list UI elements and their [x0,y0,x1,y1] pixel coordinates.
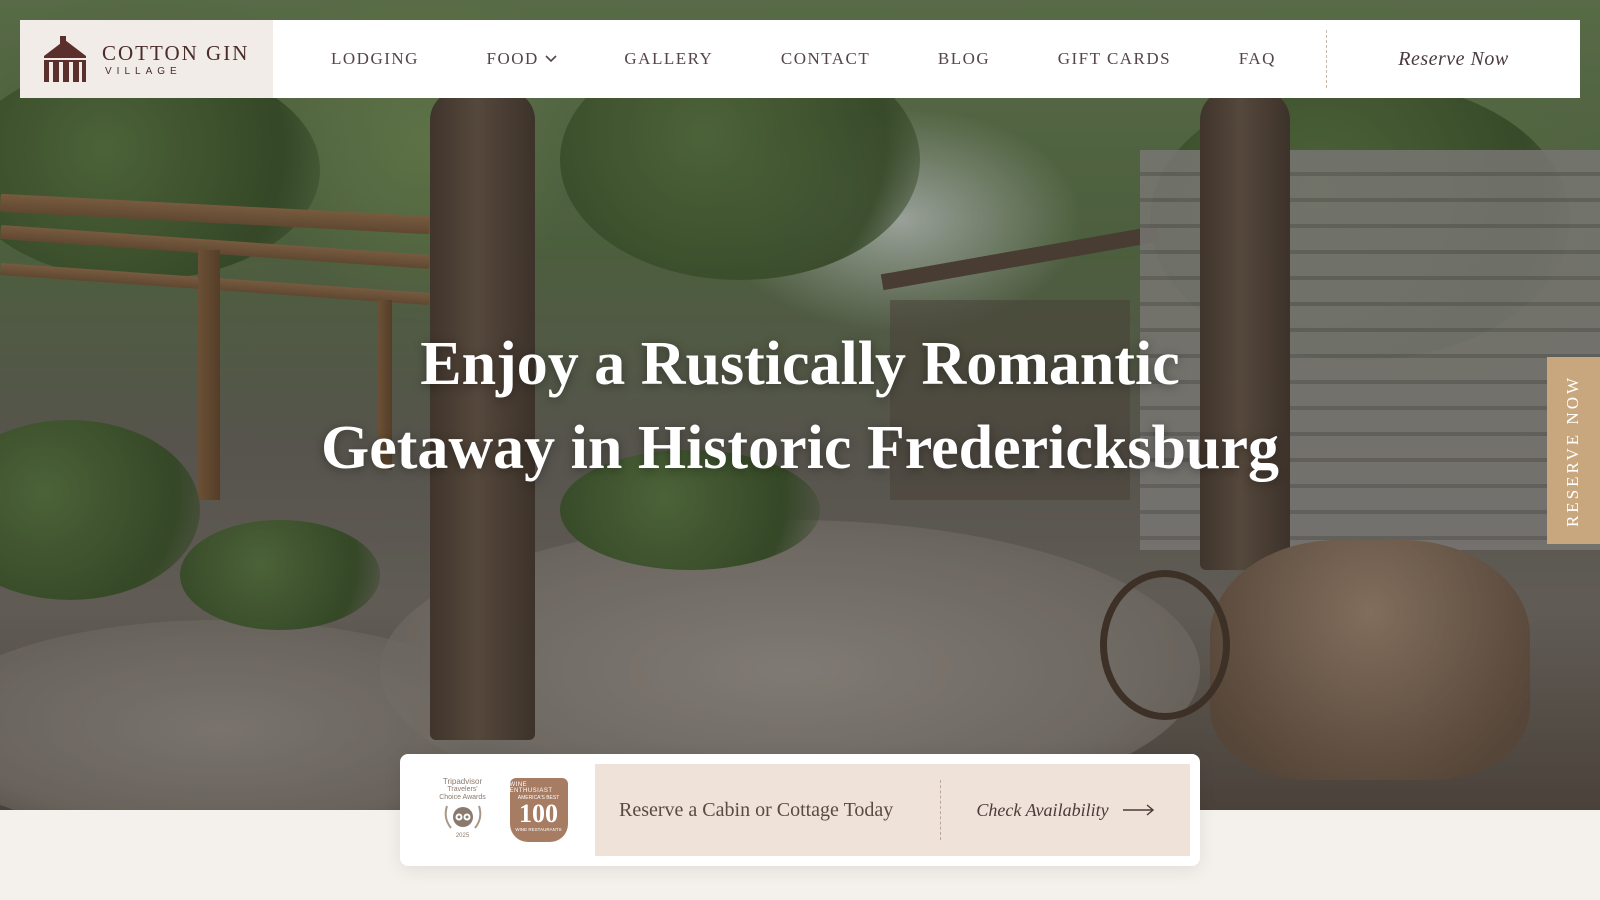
hero-headline-line1: Enjoy a Rustically Romantic [420,330,1180,398]
award-badges: Tripadvisor Travelers' Choice Awards 202… [410,764,595,856]
nav-item-contact[interactable]: CONTACT [781,49,870,69]
site-header: COTTON GIN VILLAGE LODGING FOOD GALLERY … [20,20,1580,98]
check-availability-label: Check Availability [976,799,1109,820]
check-availability-panel[interactable]: Reserve a Cabin or Cottage Today Check A… [595,764,1190,856]
wine-enthusiast-badge: WINE ENTHUSIAST AMERICA'S BEST 100 WINE … [509,778,568,842]
nav-item-food[interactable]: FOOD [487,49,557,69]
side-reserve-label: RESERVE NOW [1563,374,1583,527]
booking-bar: Tripadvisor Travelers' Choice Awards 202… [400,754,1200,866]
nav-item-gift-cards[interactable]: GIFT CARDS [1058,49,1171,69]
arrow-right-icon [1122,804,1154,816]
nav-item-faq[interactable]: FAQ [1239,49,1276,69]
nav-item-blog[interactable]: BLOG [938,49,990,69]
reserve-cabin-text: Reserve a Cabin or Cottage Today [619,798,894,821]
hero-headline: Enjoy a Rustically Romantic Getaway in H… [0,322,1600,490]
brand-subname: VILLAGE [105,65,182,77]
nav-item-lodging[interactable]: LODGING [331,49,419,69]
nav-item-gallery[interactable]: GALLERY [624,49,713,69]
reserve-now-button[interactable]: Reserve Now [1327,20,1580,98]
tripadvisor-badge: Tripadvisor Travelers' Choice Awards 202… [439,777,486,840]
chevron-down-icon [545,55,557,63]
main-nav: LODGING FOOD GALLERY CONTACT BLOG GIFT C… [273,20,1326,98]
brand-name: COTTON GIN [102,40,250,65]
logo-link[interactable]: COTTON GIN VILLAGE [20,20,273,98]
tripadvisor-owl-icon [444,805,481,829]
cabin-logo-icon [44,36,86,82]
hero-headline-line2: Getaway in Historic Fredericksburg [320,414,1279,482]
side-reserve-tab[interactable]: RESERVE NOW [1547,357,1600,544]
check-availability-button[interactable]: Check Availability [941,800,1190,821]
